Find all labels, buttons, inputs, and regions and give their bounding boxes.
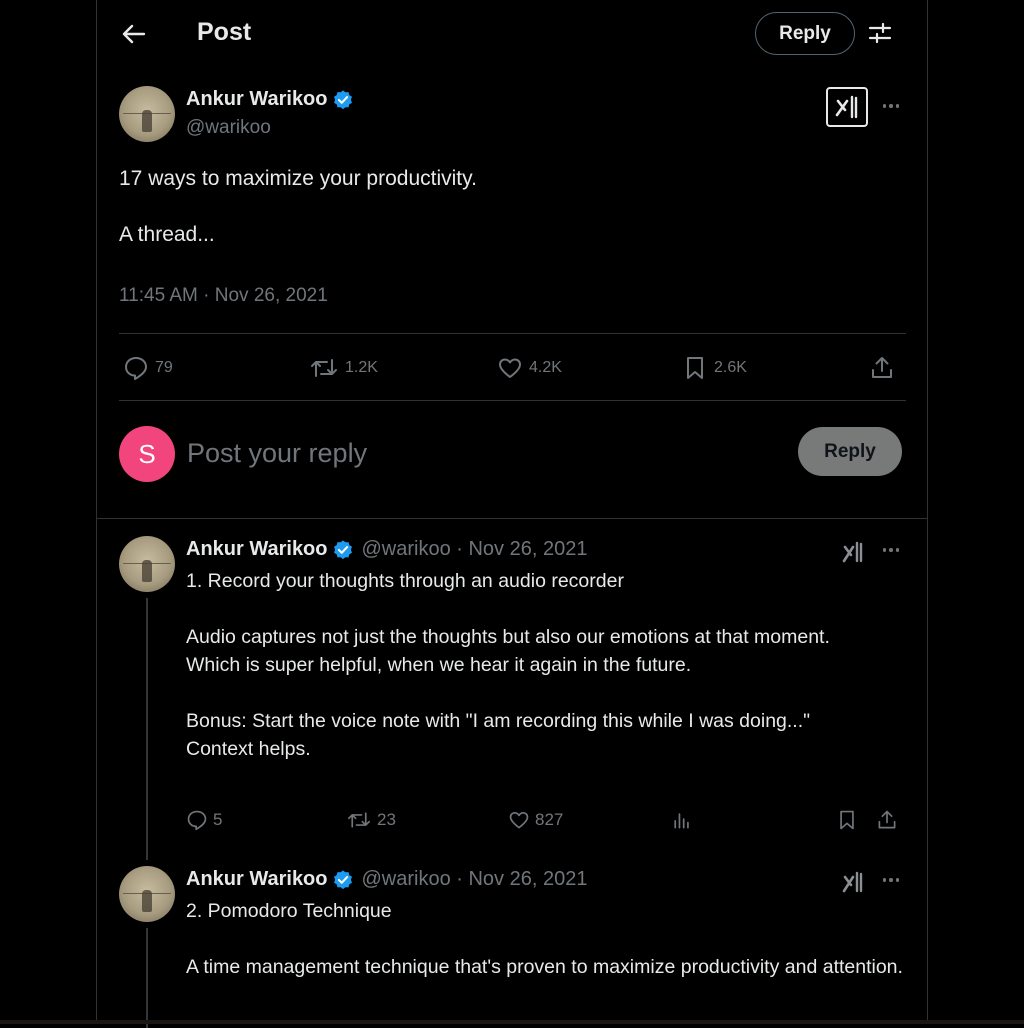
author-avatar[interactable]	[119, 536, 175, 592]
grok-button[interactable]	[826, 87, 868, 127]
tweet-text: 2. Pomodoro Technique A time management …	[186, 900, 903, 978]
repost-count: 1.2K	[345, 359, 378, 376]
post-text: 17 ways to maximize your productivity. A…	[119, 167, 477, 246]
views-action[interactable]	[671, 805, 693, 835]
more-dot	[882, 104, 887, 108]
grok-icon	[842, 541, 863, 563]
header-reply-button[interactable]: Reply	[755, 12, 855, 55]
arrow-left-icon	[122, 24, 146, 44]
reply-submit-button[interactable]: Reply	[798, 427, 902, 476]
sliders-icon	[868, 22, 892, 44]
thread-connector-line	[146, 598, 148, 860]
like-action[interactable]: 827	[508, 805, 563, 835]
share-icon	[872, 357, 892, 378]
author-name[interactable]: Ankur Warikoo	[186, 88, 354, 111]
author-name[interactable]: Ankur Warikoo	[186, 538, 328, 561]
more-options-button[interactable]	[878, 870, 904, 890]
author-avatar[interactable]	[119, 86, 175, 142]
grok-icon	[835, 95, 858, 119]
author-name[interactable]: Ankur Warikoo	[186, 868, 328, 891]
tweet-meta[interactable]: @warikoo · Nov 26, 2021	[362, 868, 588, 891]
like-count: 4.2K	[529, 359, 562, 376]
reply-count: 5	[213, 810, 223, 829]
top-bar: Post Reply	[97, 0, 927, 68]
bookmark-count: 2.6K	[714, 359, 747, 376]
verified-badge-icon	[333, 869, 352, 889]
back-button[interactable]	[119, 20, 149, 48]
tweet-text: 1. Record your thoughts through an audio…	[186, 570, 830, 760]
bookmark-icon	[840, 810, 854, 830]
more-options-button[interactable]	[878, 540, 904, 560]
more-dot	[895, 104, 900, 108]
more-dot	[895, 548, 900, 552]
share-action[interactable]	[869, 350, 895, 386]
like-count: 827	[535, 810, 564, 829]
user-avatar[interactable]: S	[119, 426, 175, 482]
section-divider	[97, 518, 927, 519]
settings-button[interactable]	[867, 20, 893, 46]
more-dot	[889, 104, 893, 108]
author-name-text: Ankur Warikoo	[186, 88, 328, 110]
bottom-edge	[0, 1020, 1024, 1024]
avatar-detail	[142, 560, 152, 582]
more-options-button[interactable]	[878, 96, 904, 116]
share-action[interactable]	[876, 805, 898, 835]
post-column: Post Reply Ankur Warikoo @warikoo 17 way…	[96, 0, 928, 1028]
thread-connector-line	[146, 928, 148, 1028]
heart-icon	[499, 358, 521, 378]
repost-action[interactable]: 23	[346, 805, 396, 835]
reply-action[interactable]: 79	[123, 350, 173, 386]
divider	[119, 400, 906, 401]
page-title: Post	[197, 18, 252, 46]
post-action-bar: 79 1.2K 4.2K 2.6K	[119, 350, 906, 386]
tweet-meta[interactable]: @warikoo · Nov 26, 2021	[362, 538, 588, 561]
more-dot	[889, 548, 893, 552]
bookmark-icon	[687, 357, 703, 379]
avatar-detail	[142, 110, 152, 132]
more-dot	[895, 878, 900, 882]
grok-button[interactable]	[841, 540, 867, 564]
repost-icon	[311, 359, 337, 377]
repost-icon	[348, 812, 371, 828]
tweet-action-bar: 5 23 827	[186, 805, 906, 835]
author-handle[interactable]: @warikoo	[186, 117, 271, 139]
reply-input[interactable]	[187, 432, 747, 474]
bookmark-action[interactable]	[836, 805, 858, 835]
reply-action[interactable]: 5	[186, 805, 222, 835]
comment-icon	[125, 357, 147, 380]
analytics-icon	[674, 813, 689, 829]
tweet-header: Ankur Warikoo @warikoo · Nov 26, 2021	[186, 538, 587, 561]
more-dot	[889, 878, 893, 882]
comment-icon	[187, 810, 207, 831]
author-avatar[interactable]	[119, 866, 175, 922]
divider	[119, 333, 906, 334]
repost-count: 23	[377, 810, 396, 829]
share-icon	[878, 810, 896, 829]
reply-count: 79	[155, 359, 173, 376]
avatar-detail	[142, 890, 152, 912]
thread-tweet[interactable]: Ankur Warikoo @warikoo · Nov 26, 2021 2.…	[97, 866, 927, 1028]
tweet-header: Ankur Warikoo @warikoo · Nov 26, 2021	[186, 868, 587, 891]
grok-button[interactable]	[841, 870, 867, 894]
more-dot	[882, 548, 887, 552]
thread-tweet[interactable]: Ankur Warikoo @warikoo · Nov 26, 2021 1.…	[97, 536, 927, 860]
bookmark-action[interactable]: 2.6K	[682, 350, 747, 386]
verified-badge-icon	[333, 89, 352, 109]
grok-icon	[842, 871, 863, 893]
like-action[interactable]: 4.2K	[497, 350, 562, 386]
verified-badge-icon	[333, 539, 352, 559]
more-dot	[882, 878, 887, 882]
heart-icon	[509, 811, 529, 829]
post-timestamp[interactable]: 11:45 AM · Nov 26, 2021	[119, 285, 328, 307]
repost-action[interactable]: 1.2K	[309, 350, 378, 386]
